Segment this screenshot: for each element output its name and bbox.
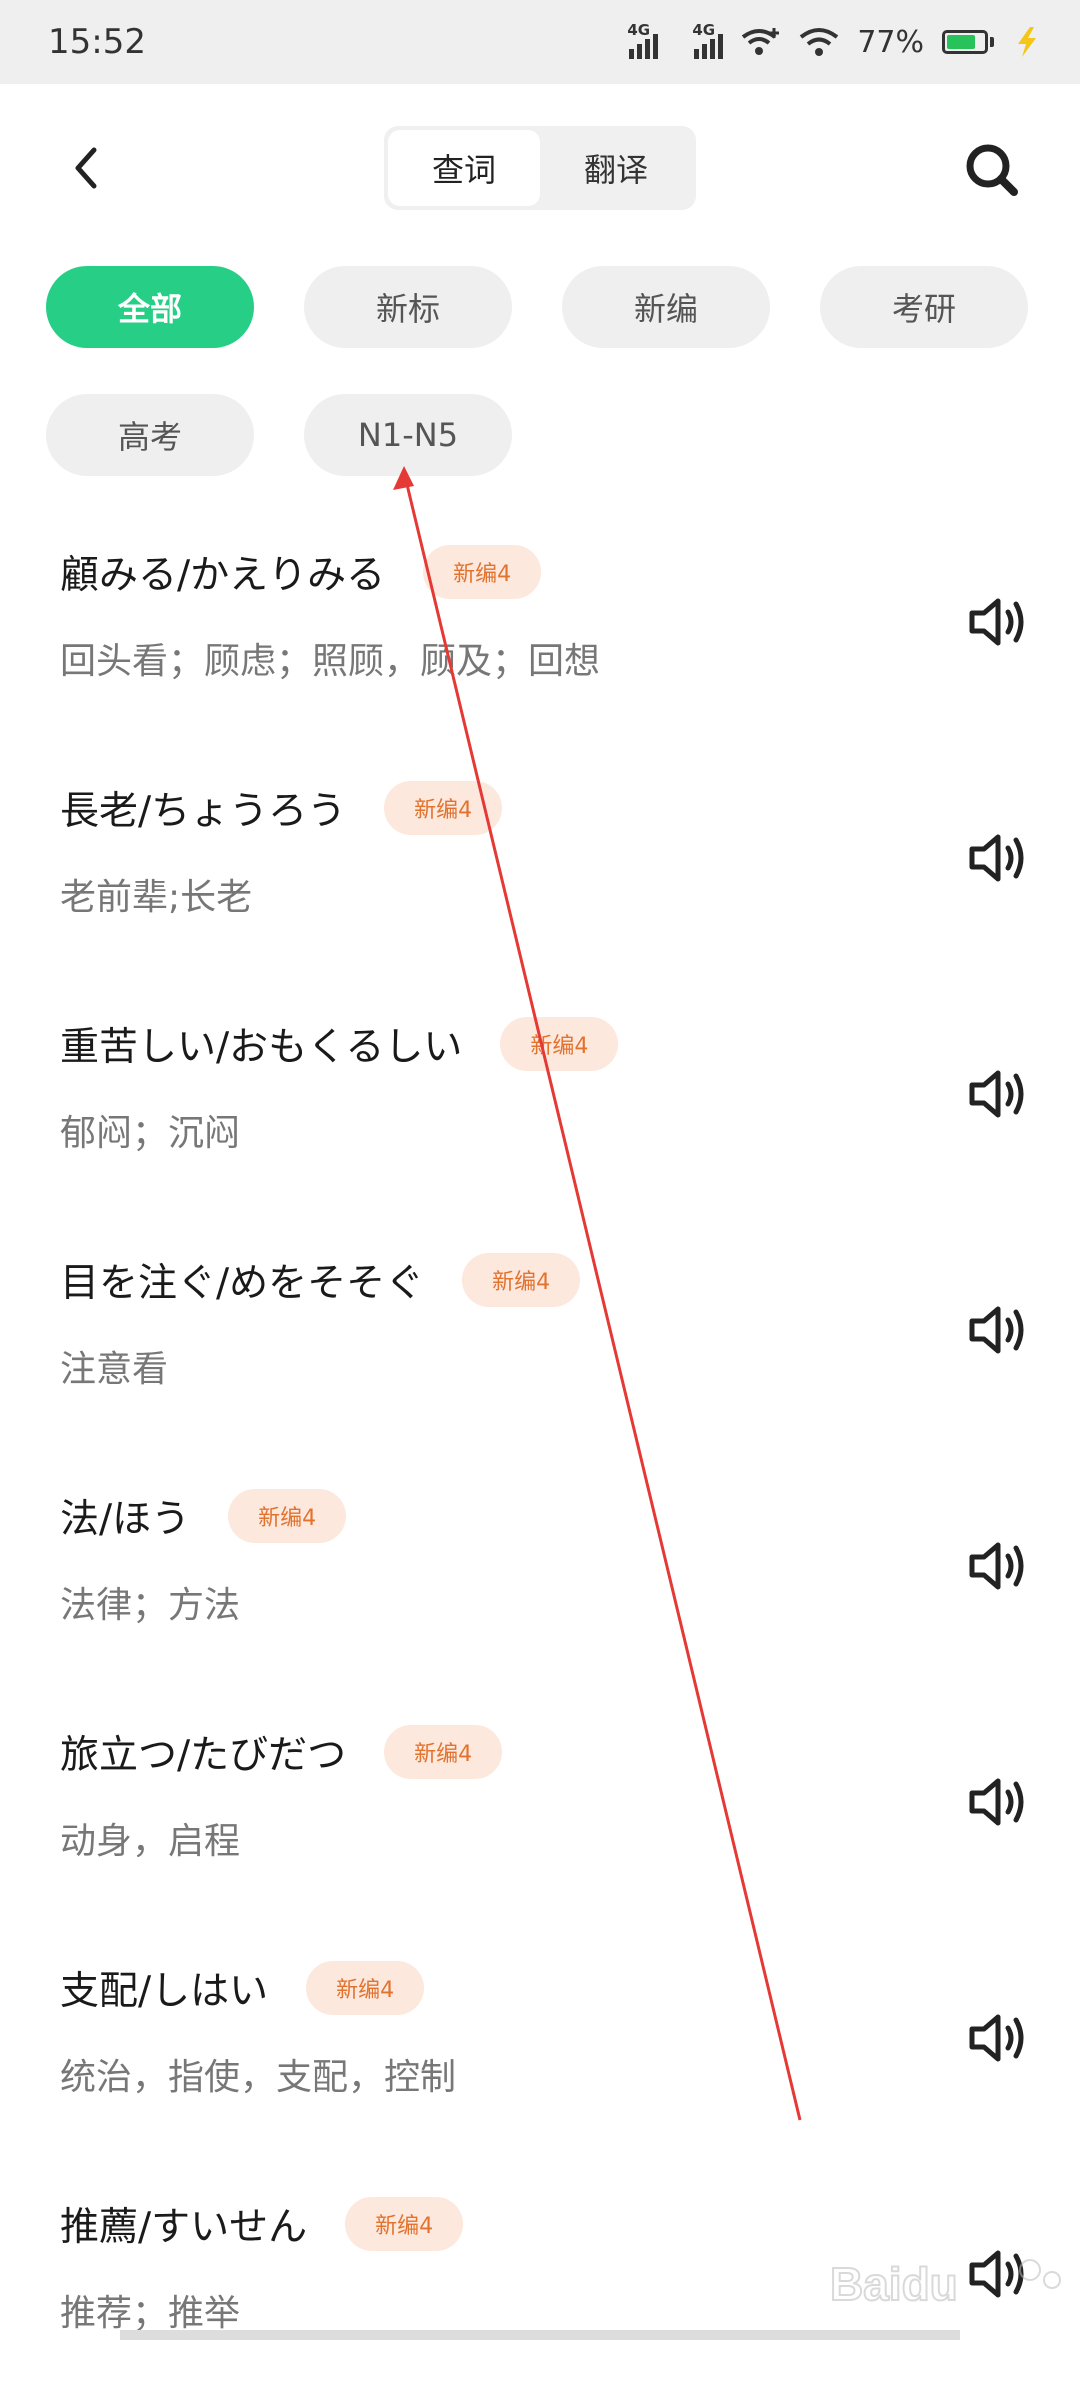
level-badge: 新编4 <box>462 1253 581 1307</box>
speaker-icon[interactable] <box>966 1536 1030 1596</box>
search-icon[interactable] <box>960 138 1024 202</box>
wifi-plus-icon <box>742 28 780 55</box>
list-item[interactable]: 旅立つ/たびだつ 新编4 动身，启程 <box>0 1700 1080 1936</box>
scroll-indicator <box>120 2330 960 2340</box>
back-button[interactable] <box>60 140 116 196</box>
battery-icon <box>942 30 994 54</box>
signal-icon: 4G <box>692 21 724 59</box>
level-badge: 新编4 <box>384 781 503 835</box>
speaker-icon[interactable] <box>966 1300 1030 1360</box>
list-item[interactable]: 目を注ぐ/めをそそぐ 新编4 注意看 <box>0 1228 1080 1464</box>
list-item[interactable]: 支配/しはい 新编4 统治，指使，支配，控制 <box>0 1936 1080 2172</box>
word-meaning: 老前辈;长老 <box>60 877 253 918</box>
status-bar: 15:52 4G 4G 77% <box>0 0 1080 84</box>
speaker-icon[interactable] <box>966 2008 1030 2068</box>
signal-label: 4G <box>692 21 716 39</box>
signal-icon: 4G <box>627 21 659 59</box>
list-item[interactable]: 重苦しい/おもくるしい 新编4 郁闷；沉闷 <box>0 992 1080 1228</box>
level-badge: 新编4 <box>306 1961 425 2015</box>
word-text: 長老/ちょうろう <box>60 789 347 834</box>
level-badge: 新编4 <box>500 1017 619 1071</box>
charging-icon <box>1018 27 1036 57</box>
word-row: 支配/しはい 新编4 <box>60 1960 425 2016</box>
word-row: 顧みる/かえりみる 新编4 <box>60 544 542 600</box>
word-text: 推薦/すいせん <box>60 2205 308 2250</box>
word-text: 支配/しはい <box>60 1969 269 2014</box>
top-bar: 查词 翻译 <box>0 84 1080 254</box>
list-item[interactable]: 顧みる/かえりみる 新编4 回头看；顾虑；照顾，顾及；回想 <box>0 520 1080 756</box>
wifi-icon <box>800 28 839 56</box>
word-meaning: 法律；方法 <box>60 1585 241 1626</box>
word-text: 法/ほう <box>60 1497 191 1542</box>
filter-jlpt[interactable]: N1-N5 <box>304 394 512 476</box>
battery-percent: 77% <box>857 24 924 60</box>
filter-xinbiao[interactable]: 新标 <box>304 266 512 348</box>
speaker-icon[interactable] <box>966 592 1030 652</box>
speaker-icon[interactable] <box>966 1772 1030 1832</box>
level-badge: 新编4 <box>345 2197 464 2251</box>
level-badge: 新编4 <box>384 1725 503 1779</box>
word-meaning: 注意看 <box>60 1349 169 1390</box>
list-item[interactable]: 法/ほう 新编4 法律；方法 <box>0 1464 1080 1700</box>
speaker-icon[interactable] <box>966 1064 1030 1124</box>
word-row: 長老/ちょうろう 新编4 <box>60 780 503 836</box>
filter-gaokao[interactable]: 高考 <box>46 394 254 476</box>
word-meaning: 郁闷；沉闷 <box>60 1113 241 1154</box>
word-text: 目を注ぐ/めをそそぐ <box>60 1261 425 1306</box>
status-icons: 4G 4G 77% <box>627 21 1042 60</box>
baidu-watermark: Baidu <box>830 2257 1061 2311</box>
word-row: 法/ほう 新编4 <box>60 1488 347 1544</box>
svg-text:Baidu: Baidu <box>830 2258 958 2310</box>
signal-label: 4G <box>627 21 651 39</box>
word-meaning: 回头看；顾虑；照顾，顾及；回想 <box>60 641 601 682</box>
status-time: 15:52 <box>48 22 146 62</box>
filter-all[interactable]: 全部 <box>46 266 254 348</box>
word-meaning: 统治，指使，支配，控制 <box>60 2057 457 2098</box>
filter-xinbian[interactable]: 新编 <box>562 266 770 348</box>
word-text: 重苦しい/おもくるしい <box>60 1025 463 1070</box>
tab-translate[interactable]: 翻译 <box>540 130 692 206</box>
list-item[interactable]: 長老/ちょうろう 新编4 老前辈;长老 <box>0 756 1080 992</box>
level-badge: 新编4 <box>228 1489 347 1543</box>
word-row: 旅立つ/たびだつ 新编4 <box>60 1724 503 1780</box>
speaker-icon[interactable] <box>966 828 1030 888</box>
word-text: 旅立つ/たびだつ <box>60 1733 347 1778</box>
word-meaning: 推荐；推举 <box>60 2293 241 2334</box>
tab-lookup[interactable]: 查词 <box>388 130 540 206</box>
filter-kaoyan[interactable]: 考研 <box>820 266 1028 348</box>
word-row: 目を注ぐ/めをそそぐ 新编4 <box>60 1252 581 1308</box>
word-row: 重苦しい/おもくるしい 新编4 <box>60 1016 619 1072</box>
word-meaning: 动身，启程 <box>60 1821 241 1862</box>
level-badge: 新编4 <box>423 545 542 599</box>
mode-switch: 查词 翻译 <box>384 126 696 210</box>
word-row: 推薦/すいせん 新编4 <box>60 2196 464 2252</box>
word-text: 顧みる/かえりみる <box>60 553 386 598</box>
